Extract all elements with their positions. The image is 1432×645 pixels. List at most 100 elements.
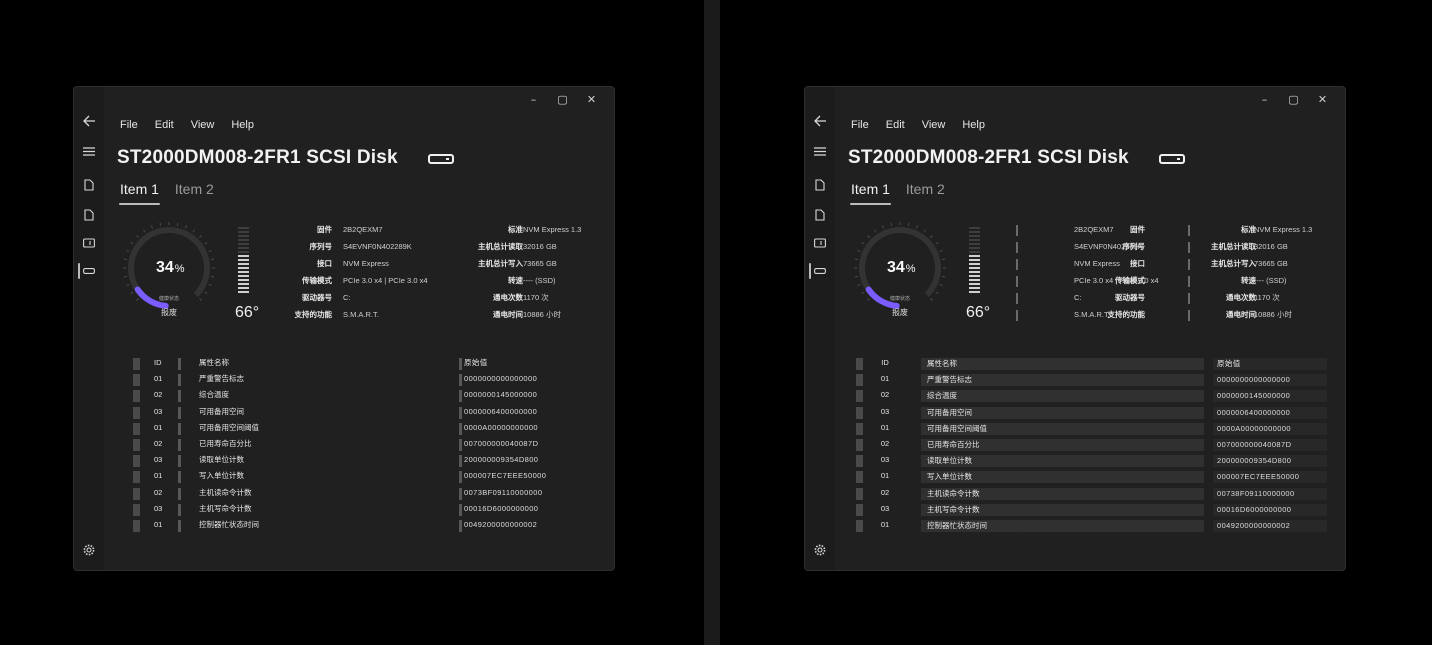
back-arrow-icon[interactable] — [81, 113, 97, 129]
cell-name: 已用寿命百分比 — [199, 438, 252, 448]
minimize-button[interactable]: – — [1250, 91, 1279, 107]
hamburger-menu-icon[interactable] — [81, 143, 97, 159]
table-row[interactable]: 03 可用备用空间 0000006400000000 — [851, 406, 1327, 422]
tab-item-1[interactable]: Item 1 — [119, 181, 160, 205]
gear-icon[interactable] — [81, 542, 97, 558]
maximize-button[interactable]: ▢ — [548, 91, 577, 107]
info-value: 32016 GB — [523, 242, 557, 251]
info-key: 主机总计写入 — [478, 259, 523, 268]
menu-file[interactable]: File — [120, 119, 138, 131]
table-row[interactable]: 02 已用寿命百分比 007000000040087D — [128, 438, 586, 454]
table-row[interactable]: 03 主机写命令计数 00016D6000000000 — [851, 503, 1327, 519]
info-value: ---- (SSD) — [523, 276, 556, 285]
menu-view[interactable]: View — [191, 119, 215, 131]
disk-info-left: 固件 2B2QEXM7 序列号 S4EVNF0N402289K 接口 NVM Expres… — [1005, 223, 1159, 325]
tab-item-2[interactable]: Item 2 — [906, 181, 945, 205]
tab-item-1[interactable]: Item 1 — [850, 181, 891, 205]
document-icon[interactable] — [812, 207, 828, 223]
cell-id: 03 — [154, 503, 163, 513]
menu-file[interactable]: File — [851, 119, 869, 131]
cell-id: 03 — [880, 406, 890, 416]
drive-card-icon[interactable] — [81, 235, 97, 251]
menu-edit[interactable]: Edit — [886, 119, 905, 131]
temperature-bar-segment — [238, 267, 249, 269]
table-row[interactable]: 02 综合温度 0000000145000000 — [851, 389, 1327, 405]
table-row[interactable]: 03 可用备用空间 0000006400000000 — [128, 406, 586, 422]
info-row: 主机总计读取 32016 GB — [1175, 240, 1345, 257]
document-icon[interactable] — [812, 177, 828, 193]
temperature-bar-segment — [969, 231, 980, 233]
window-caption-buttons: – ▢ ✕ — [519, 91, 606, 107]
temperature-bar-segment — [238, 251, 249, 253]
info-row: 支持的功能 S.M.A.R.T. — [1005, 308, 1155, 325]
minimize-button[interactable]: – — [519, 91, 548, 107]
info-key: 主机总计读取 — [1211, 242, 1256, 251]
menu-edit[interactable]: Edit — [155, 119, 174, 131]
temperature-bar-segment — [969, 271, 980, 273]
table-row[interactable]: 01 可用备用空间阈值 0000A00000000000 — [851, 422, 1327, 438]
table-row[interactable]: 01 写入单位计数 000007EC7EEE50000 — [128, 470, 586, 486]
row-marker — [133, 422, 140, 435]
temperature-bar-segment — [238, 279, 249, 281]
table-row[interactable]: 03 读取单位计数 200000009354D800 — [851, 454, 1327, 470]
row-marker — [856, 471, 863, 484]
gauge-tick — [857, 283, 861, 287]
hamburger-menu-icon[interactable] — [812, 143, 828, 159]
row-marker — [133, 438, 140, 451]
gauge-tick — [881, 225, 885, 229]
cell-id: 03 — [154, 406, 163, 416]
menu-view[interactable]: View — [922, 119, 946, 131]
drive-card-icon[interactable] — [812, 235, 828, 251]
smart-table: ID 属性名称 原始值 01 严重警告标志 0000000000000000 02 综合温度 0… — [851, 357, 1327, 535]
menu-bar: File Edit View Help — [120, 119, 254, 131]
close-button[interactable]: ✕ — [1308, 91, 1337, 107]
info-value: S4EVNF0N402289K — [343, 242, 412, 251]
column-separator — [178, 455, 181, 468]
gauge-tick — [942, 275, 946, 278]
gauge-tick — [126, 283, 130, 287]
row-marker — [856, 422, 863, 435]
tab-item-2[interactable]: Item 2 — [175, 181, 214, 205]
info-separator — [1016, 310, 1018, 321]
disk-icon[interactable] — [812, 263, 828, 279]
row-marker — [856, 455, 863, 468]
app-window-left: – ▢ ✕ File Edit View Help ST2000DM008-2F… — [73, 86, 615, 571]
gauge-tick — [854, 275, 858, 278]
temperature-value: 66° — [966, 304, 991, 321]
gauge-tick — [150, 225, 154, 229]
gauge-tick — [211, 275, 215, 278]
document-icon[interactable] — [81, 207, 97, 223]
gauge-tick — [861, 242, 865, 245]
cell-raw: 00738F09110000000 — [1213, 487, 1327, 500]
menu-help[interactable]: Help — [962, 119, 985, 131]
gauge-tick — [935, 291, 939, 294]
cell-name: 主机读命令计数 — [921, 487, 1204, 500]
gear-icon[interactable] — [812, 542, 828, 558]
temperature-bar-segment — [238, 275, 249, 277]
tab-strip: Item 1 Item 2 — [119, 181, 214, 205]
table-row[interactable]: 02 综合温度 0000000145000000 — [128, 389, 586, 405]
table-row[interactable]: 03 主机写命令计数 00016D6000000000 — [128, 503, 586, 519]
menu-help[interactable]: Help — [231, 119, 254, 131]
column-separator — [459, 374, 462, 387]
maximize-button[interactable]: ▢ — [1279, 91, 1308, 107]
gauge-tick — [861, 291, 865, 294]
disk-icon[interactable] — [81, 263, 97, 279]
column-header-id: ID — [154, 358, 162, 367]
back-arrow-icon[interactable] — [812, 113, 828, 129]
cell-name: 可用备用空间 — [199, 406, 244, 416]
table-row[interactable]: 03 读取单位计数 200000009354D800 — [128, 454, 586, 470]
table-row[interactable]: 02 主机读命令计数 0073BF09110000000 — [128, 487, 586, 503]
table-row[interactable]: 01 严重警告标志 0000000000000000 — [851, 373, 1327, 389]
column-separator — [178, 358, 181, 370]
table-row[interactable]: 02 已用寿命百分比 007000000040087D — [851, 438, 1327, 454]
close-button[interactable]: ✕ — [577, 91, 606, 107]
table-row[interactable]: 01 严重警告标志 0000000000000000 — [128, 373, 586, 389]
table-row[interactable]: 01 可用备用空间阈值 0000A00000000000 — [128, 422, 586, 438]
table-row[interactable]: 02 主机读命令计数 00738F09110000000 — [851, 487, 1327, 503]
info-key: 通电时间 — [493, 310, 523, 319]
info-key: 驱动器号 — [302, 293, 332, 302]
table-row[interactable]: 01 写入单位计数 000007EC7EEE50000 — [851, 470, 1327, 486]
document-icon[interactable] — [81, 177, 97, 193]
cell-name: 读取单位计数 — [921, 455, 1204, 468]
